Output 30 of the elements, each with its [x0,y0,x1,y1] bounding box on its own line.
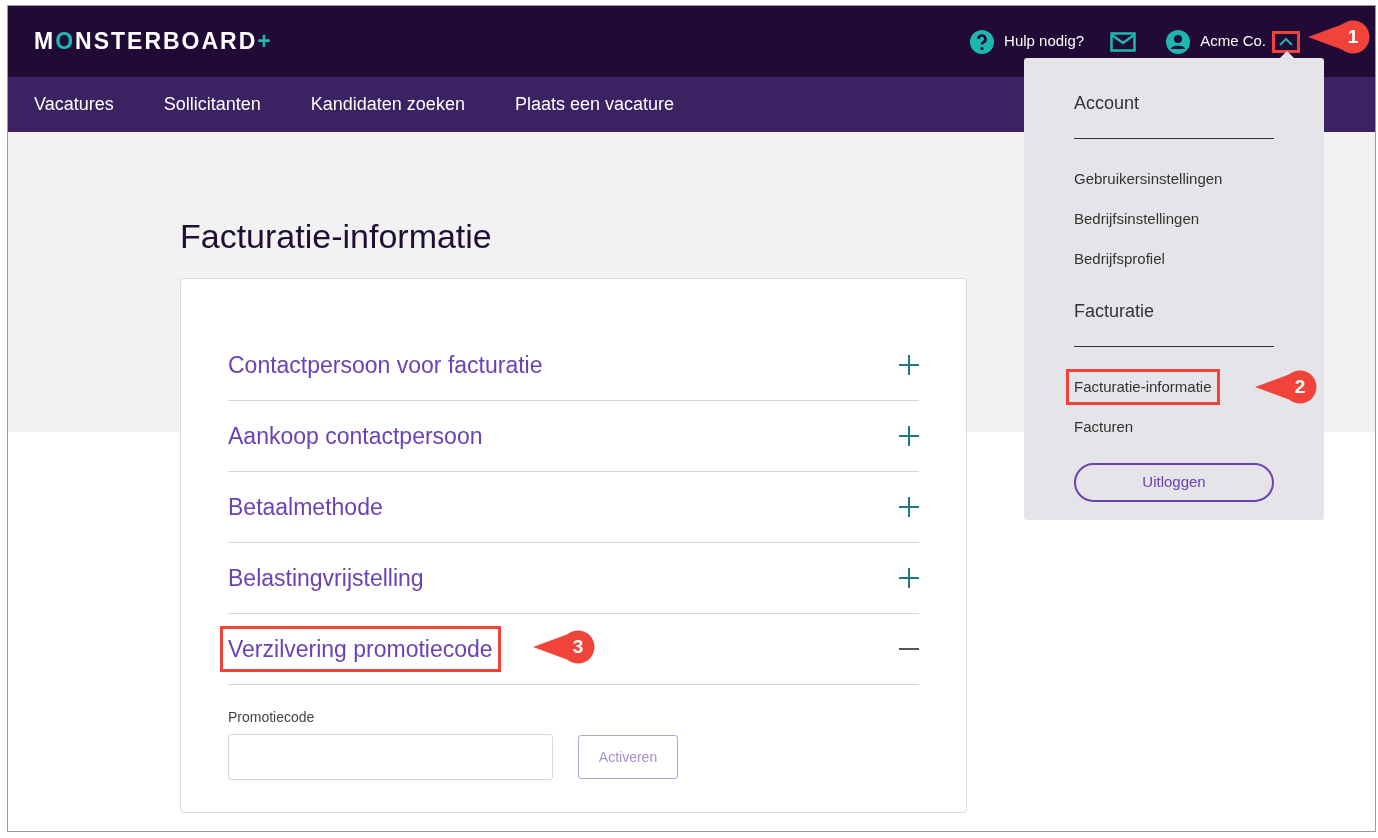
menu-item[interactable]: Facturen [1066,408,1142,446]
user-icon[interactable] [1166,29,1191,54]
logo: MONSTERBOARD+ [34,27,273,57]
menu-heading: Facturatie [1074,300,1156,323]
menu-item[interactable]: Bedrijfsprofiel [1066,240,1173,278]
account-menu-toggle[interactable] [1272,30,1300,53]
nav-link[interactable]: Kandidaten zoeken [310,91,465,118]
expand-icon[interactable] [899,355,919,375]
section-header[interactable]: Aankoop contactpersoon [220,412,491,460]
page-title: Facturatie-informatie [180,216,492,256]
nav-link[interactable]: Plaats een vacature [514,91,674,118]
expand-icon[interactable] [899,568,919,588]
help-link[interactable]: Hulp nodig? [1004,30,1085,53]
field-label: Promotiecode [228,708,316,727]
expand-icon[interactable] [899,497,919,517]
menu-heading: Account [1074,92,1141,115]
help-icon[interactable] [970,29,995,54]
section-header[interactable]: Betaalmethode [220,483,391,531]
menu-item[interactable]: Bedrijfsinstellingen [1066,200,1208,238]
logout-button[interactable]: Uitloggen [1074,463,1274,502]
section-header[interactable]: Belastingvrijstelling [220,554,432,602]
nav-link[interactable]: Sollicitanten [163,91,261,118]
menu-item[interactable]: Gebruikersinstellingen [1066,160,1231,198]
nav-link[interactable]: Vacatures [34,91,114,118]
mail-icon[interactable] [1110,31,1137,52]
section-header[interactable]: Contactpersoon voor facturatie [220,341,551,389]
section-header[interactable]: Verzilvering promotiecode [220,625,501,673]
promo-code-field[interactable] [228,734,553,780]
expand-icon[interactable] [899,426,919,446]
account-name: Acme Co. [1200,31,1266,52]
